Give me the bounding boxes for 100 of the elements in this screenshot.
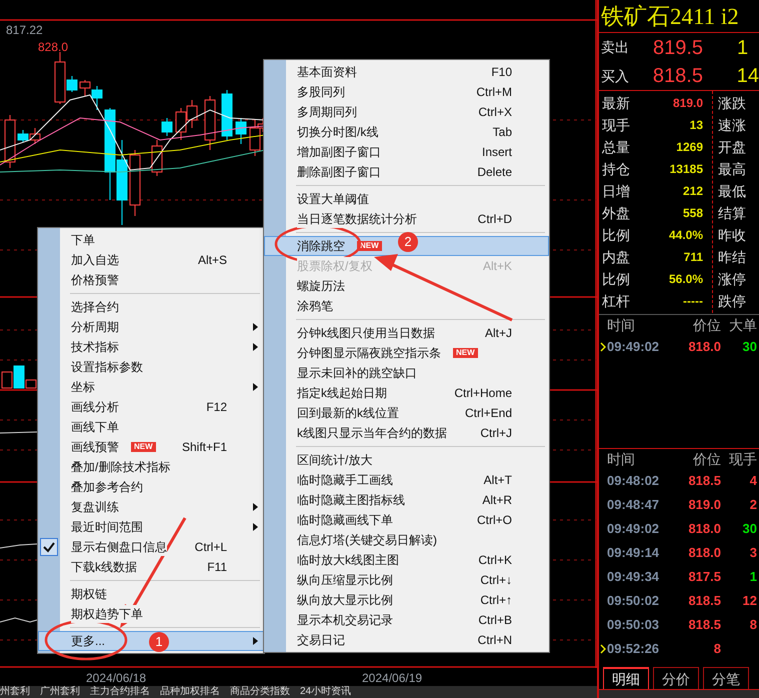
menu-item[interactable]: 显示未回补的跳空缺口 (264, 363, 549, 383)
stat-label: 持仓 (601, 160, 631, 178)
time-cell-text: 09:52:26 (606, 640, 660, 658)
menu-item[interactable]: 价格预警 (38, 270, 264, 290)
menu-item[interactable]: 交易日记 Ctrl+N (264, 630, 549, 650)
shortcut-text: Ctrl+N (478, 632, 512, 649)
stat-label: 日增 (601, 182, 631, 200)
menu-item[interactable]: 复盘训练 (38, 497, 264, 517)
quote-label: 买入 (600, 66, 630, 86)
menu-item[interactable]: 设置大单阈值 (264, 189, 549, 209)
menu-item[interactable]: 加入自选 Alt+S (38, 250, 264, 270)
tab[interactable]: 明细 (603, 667, 649, 689)
stat-label: 涨停 (718, 270, 746, 288)
new-badge: NEW (453, 348, 478, 358)
shortcut-text: Ctrl+J (480, 425, 512, 442)
menu-item[interactable]: 临时放大k线图主图 Ctrl+K (264, 550, 549, 570)
stat-value: ----- (682, 293, 703, 310)
new-badge: NEW (357, 241, 382, 251)
menu-item[interactable]: 画线分析 F12 (38, 397, 264, 417)
price-cell-text: 817.5 (687, 568, 721, 586)
nav-link[interactable]: 州套利 (0, 687, 30, 697)
stat-label: 速涨 (718, 116, 746, 134)
volume-cell-text: 12 (742, 592, 757, 610)
stat-value: 819.0 (672, 95, 703, 112)
menu-item[interactable]: 期权链 (38, 584, 264, 604)
menu-item[interactable]: 设置指标参数 (38, 357, 264, 377)
volume-cell-text: 30 (742, 338, 757, 356)
stat-value: 558 (682, 205, 703, 222)
volume-cell-text: 30 (742, 520, 757, 538)
stat-label: 内盘 (601, 248, 631, 266)
menu-item[interactable]: 区间统计/放大 (264, 450, 549, 470)
shortcut-text: Ctrl+D (478, 211, 512, 228)
menu-item[interactable]: 多股同列 Ctrl+M (264, 82, 549, 102)
menu-item[interactable]: 期权趋势下单 (38, 604, 264, 624)
menu-item[interactable]: 增加副图子窗口 Insert (264, 142, 549, 162)
nav-link[interactable]: 24小时资讯 (300, 687, 352, 697)
stat-label: 最高 (718, 160, 746, 178)
menu-item[interactable]: 下单 (38, 230, 264, 250)
tab[interactable]: 分笔 (703, 667, 749, 689)
shortcut-text: Ctrl+↓ (480, 572, 512, 589)
stat-label: 总量 (601, 138, 631, 156)
shortcut-text: Ctrl+M (476, 84, 512, 101)
shortcut-text: Ctrl+Home (454, 385, 512, 402)
menu-item[interactable]: 选择合约 (38, 297, 264, 317)
time-cell-text: 09:49:34 (606, 568, 660, 586)
menu-item[interactable]: 纵向压缩显示比例 Ctrl+↓ (264, 570, 549, 590)
menu-item[interactable]: 叠加参考合约 (38, 477, 264, 497)
column-header: 大单 (728, 316, 757, 334)
stat-value: 56.0% (668, 271, 703, 288)
stat-label: 跌停 (718, 292, 746, 310)
menu-item[interactable]: 下载k线数据 F11 (38, 557, 264, 577)
menu-item[interactable]: 坐标 (38, 377, 264, 397)
menu-item[interactable]: 临时隐藏画线下单 Ctrl+O (264, 510, 549, 530)
menu-item[interactable]: 显示本机交易记录 Ctrl+B (264, 610, 549, 630)
quote-volume: 1 (737, 36, 748, 60)
menu-item[interactable]: 分钟k线图只使用当日数据 Alt+J (264, 323, 549, 343)
menu-item[interactable]: 分析周期 (38, 317, 264, 337)
tab[interactable]: 分价 (653, 667, 699, 689)
menu-item[interactable]: 临时隐藏手工画线 Alt+T (264, 470, 549, 490)
menu-item[interactable]: 最近时间范围 (38, 517, 264, 537)
nav-link[interactable]: 品种加权排名 (160, 687, 220, 697)
menu-item[interactable]: 涂鸦笔 (264, 296, 549, 316)
menu-item[interactable]: 基本面资料 F10 (264, 62, 549, 82)
volume-cell-text: 8 (748, 616, 757, 634)
time-cell-text: 09:48:47 (606, 496, 660, 514)
menu-item[interactable]: 叠加/删除技术指标 (38, 457, 264, 477)
menu-item[interactable]: 临时隐藏主图指标线 Alt+R (264, 490, 549, 510)
time-cell-text: 09:48:02 (606, 472, 660, 490)
menu-item[interactable]: 指定k线起始日期 Ctrl+Home (264, 383, 549, 403)
column-header: 时间 (606, 450, 636, 468)
menu-item[interactable]: 多周期同列 Ctrl+X (264, 102, 549, 122)
shortcut-text: Tab (492, 124, 512, 141)
menu-item[interactable]: 切换分时图/k线 Tab (264, 122, 549, 142)
menu-item[interactable]: 技术指标 (38, 337, 264, 357)
stat-label: 最低 (718, 182, 746, 200)
stat-label: 外盘 (601, 204, 631, 222)
menu-item[interactable]: k线图只显示当年合约的数据 Ctrl+J (264, 423, 549, 443)
menu-item[interactable]: 回到最新的k线位置 Ctrl+End (264, 403, 549, 423)
stat-label: 比例 (601, 226, 631, 244)
shortcut-text: F12 (206, 399, 227, 416)
menu-item[interactable]: 显示右侧盘口信息 Ctrl+L (38, 537, 264, 557)
price-cell-text: 8 (712, 640, 721, 658)
shortcut-text: Ctrl+O (476, 512, 512, 529)
stat-label: 昨结 (718, 248, 746, 266)
stat-label: 现手 (601, 116, 631, 134)
stat-label: 杠杆 (601, 292, 631, 310)
shortcut-text: Ctrl+B (478, 612, 512, 629)
high-price-label: 828.0 (38, 39, 68, 56)
menu-item[interactable]: 画线下单 (38, 417, 264, 437)
menu-item[interactable]: 分钟图显示隔夜跳空指示条 NEW (264, 343, 549, 363)
shortcut-text: F11 (207, 559, 227, 576)
menu-item[interactable]: 当日逐笔数据统计分析 Ctrl+D (264, 209, 549, 229)
shortcut-text: Ctrl+End (464, 405, 512, 422)
time-cell-text: 09:50:02 (606, 592, 660, 610)
stat-label: 昨收 (718, 226, 746, 244)
menu-item[interactable]: 删除副图子窗口 Delete (264, 162, 549, 182)
menu-item[interactable]: 螺旋历法 (264, 276, 549, 296)
menu-item[interactable]: 画线预警 NEW Shift+F1 (38, 437, 264, 457)
menu-item[interactable]: 信息灯塔(关键交易日解读) (264, 530, 549, 550)
menu-item[interactable]: 纵向放大显示比例 Ctrl+↑ (264, 590, 549, 610)
